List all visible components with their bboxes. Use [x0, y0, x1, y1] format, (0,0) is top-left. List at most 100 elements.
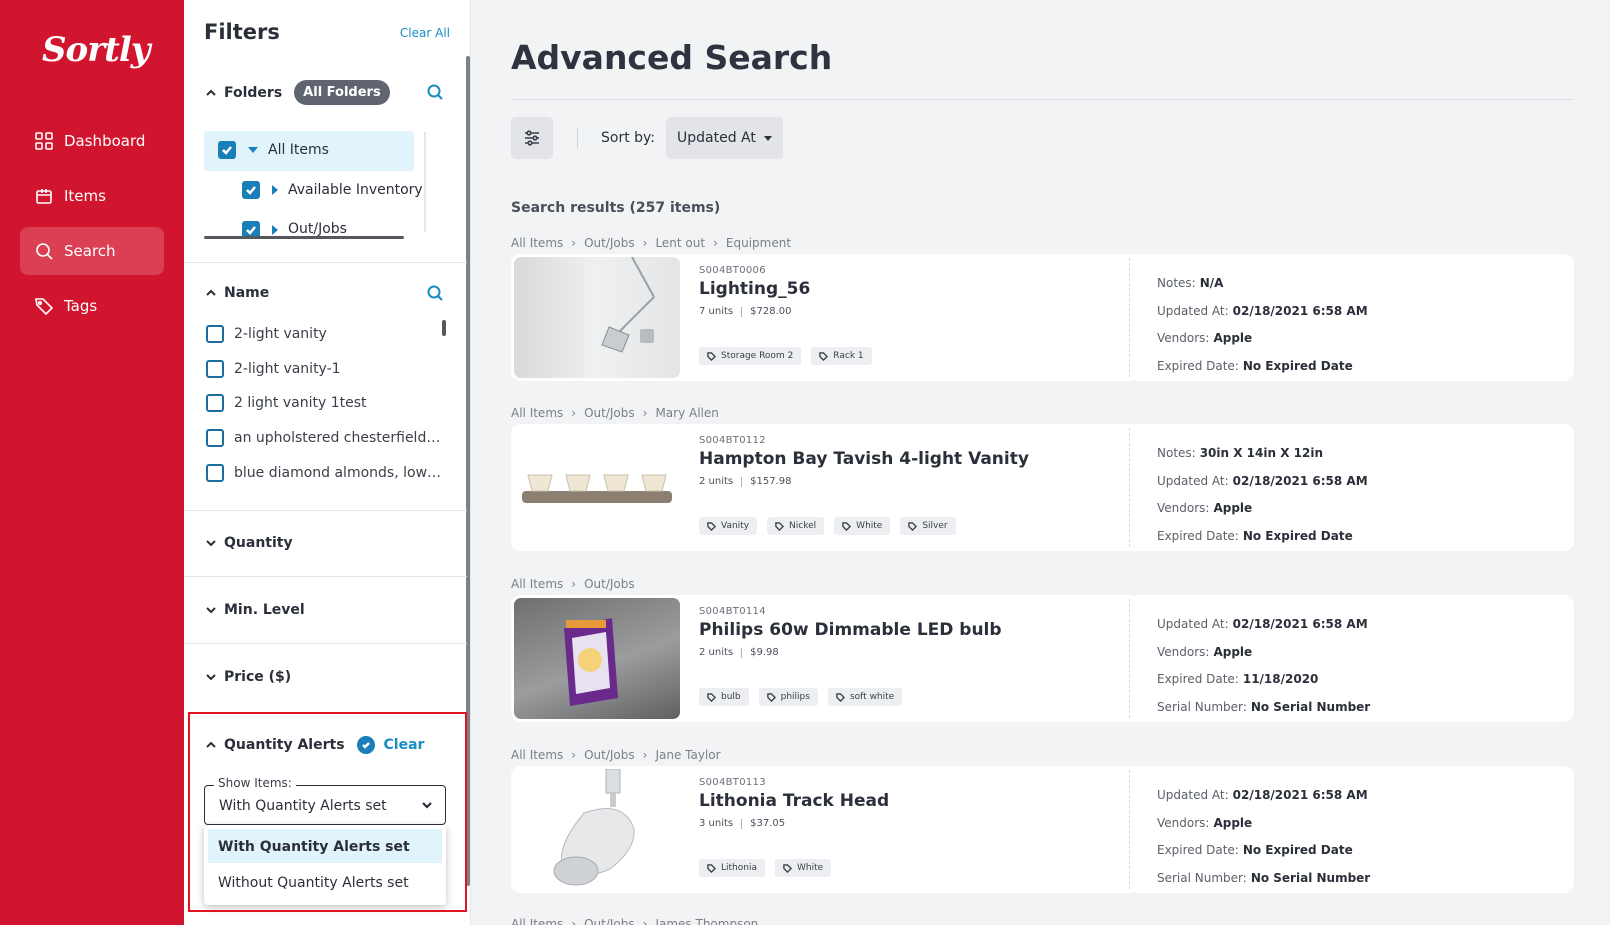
name-option-label: blue diamond almonds, low sodium — [234, 465, 444, 481]
tag-chip[interactable]: bulb — [699, 688, 749, 706]
search-icon — [34, 241, 54, 261]
folders-horizontal-scrollbar[interactable] — [204, 236, 404, 239]
divider — [1129, 258, 1130, 377]
item-name[interactable]: Philips 60w Dimmable LED bulb — [699, 620, 1002, 640]
min-level-label: Min. Level — [224, 602, 305, 618]
name-scrollbar[interactable] — [442, 320, 446, 336]
result-card[interactable]: S004BT0113 Lithonia Track Head 3 units $3… — [511, 766, 1574, 893]
tag-chip[interactable]: White — [834, 517, 891, 535]
tag-chip[interactable]: soft white — [827, 688, 903, 706]
sidebar-item-search[interactable]: Search — [20, 227, 164, 275]
caret-down-icon[interactable] — [248, 147, 258, 153]
name-section-header[interactable]: Name — [204, 285, 269, 301]
breadcrumb-item[interactable]: All Items — [511, 577, 563, 591]
name-option[interactable]: blue diamond almonds, low sodium — [206, 464, 444, 482]
chevron-down-icon — [204, 536, 218, 550]
item-meta: 7 units $728.00 — [699, 306, 792, 317]
tag-chip[interactable]: Rack 1 — [811, 347, 872, 365]
chevron-right-icon: › — [571, 748, 577, 762]
tree-item-available-inventory[interactable]: Available Inventory — [242, 181, 422, 199]
sort-label: Sort by: — [601, 130, 656, 146]
item-thumbnail[interactable] — [514, 427, 680, 548]
detail-row: Notes: N/A — [1157, 269, 1368, 297]
item-sku: S004BT0112 — [699, 435, 766, 446]
item-name[interactable]: Lighting_56 — [699, 279, 810, 299]
toggle-filters-button[interactable] — [511, 117, 553, 159]
name-option[interactable]: 2-light vanity-1 — [206, 360, 444, 378]
tree-item-out-jobs[interactable]: Out/Jobs — [242, 221, 422, 236]
name-option[interactable]: 2-light vanity — [206, 325, 444, 343]
item-thumbnail[interactable] — [514, 769, 680, 890]
breadcrumb-item[interactable]: Jane Taylor — [655, 748, 720, 762]
breadcrumb-item[interactable]: Mary Allen — [655, 406, 718, 420]
breadcrumb-item[interactable]: Equipment — [726, 236, 791, 250]
name-option-label: an upholstered chesterfield sofa — [234, 430, 444, 446]
min-level-section-header[interactable]: Min. Level — [204, 602, 305, 618]
clear-all-link[interactable]: Clear All — [400, 26, 450, 40]
tag-icon — [766, 692, 776, 702]
name-option[interactable]: an upholstered chesterfield sofa — [206, 429, 444, 447]
result-card[interactable]: S004BT0114 Philips 60w Dimmable LED bulb… — [511, 595, 1574, 722]
sliders-icon — [525, 130, 539, 146]
sort-value: Updated At — [677, 130, 756, 146]
tag-chip[interactable]: philips — [758, 688, 818, 706]
tag-chip[interactable]: Lithonia — [699, 859, 765, 877]
checkbox[interactable] — [206, 360, 224, 378]
quantity-section-header[interactable]: Quantity — [204, 535, 293, 551]
detail-label: Updated At: — [1157, 473, 1229, 488]
breadcrumb-item[interactable]: Out/Jobs — [584, 406, 635, 420]
price-section-header[interactable]: Price ($) — [204, 669, 291, 685]
detail-value: Apple — [1213, 815, 1253, 830]
breadcrumb-item[interactable]: Out/Jobs — [584, 236, 635, 250]
chevron-down-icon — [204, 603, 218, 617]
breadcrumb-item[interactable]: All Items — [511, 748, 563, 762]
checkbox[interactable] — [218, 141, 236, 159]
tree-item-all-items[interactable]: All Items — [218, 141, 418, 159]
tag-icon — [819, 351, 829, 361]
sidebar-item-label: Dashboard — [64, 132, 146, 150]
sidebar-item-dashboard[interactable]: Dashboard — [20, 117, 164, 165]
detail-row: Serial Number: No Serial Number — [1157, 693, 1370, 721]
item-name[interactable]: Hampton Bay Tavish 4-light Vanity — [699, 449, 1029, 469]
folders-section-header[interactable]: Folders All Folders — [204, 80, 390, 105]
sidebar-item-items[interactable]: Items — [20, 172, 164, 220]
breadcrumb-item[interactable]: Lent out — [655, 236, 705, 250]
sidebar-item-tags[interactable]: Tags — [20, 282, 164, 330]
all-folders-pill[interactable]: All Folders — [294, 80, 390, 105]
caret-right-icon[interactable] — [272, 225, 278, 235]
tag-chip[interactable]: Vanity — [699, 517, 758, 535]
caret-right-icon[interactable] — [272, 185, 278, 195]
tag-chip[interactable]: White — [774, 859, 832, 877]
checkbox[interactable] — [206, 464, 224, 482]
breadcrumb-item[interactable]: All Items — [511, 917, 563, 925]
breadcrumb-item[interactable]: All Items — [511, 406, 563, 420]
sortly-logo[interactable]: Sortly — [42, 30, 151, 70]
breadcrumb-item[interactable]: Out/Jobs — [584, 917, 635, 925]
name-option[interactable]: 2 light vanity 1test — [206, 394, 444, 412]
sort-dropdown[interactable]: Updated At — [666, 117, 783, 159]
tag-chip[interactable]: Storage Room 2 — [699, 347, 802, 365]
tag-label: philips — [780, 692, 810, 702]
breadcrumb-item[interactable]: All Items — [511, 236, 563, 250]
checkbox[interactable] — [242, 181, 260, 199]
name-search-icon[interactable] — [426, 284, 444, 302]
item-thumbnail[interactable] — [514, 598, 680, 719]
breadcrumb-item[interactable]: Out/Jobs — [584, 748, 635, 762]
dashboard-icon — [34, 131, 54, 151]
breadcrumb-item[interactable]: James Thompson — [655, 917, 758, 925]
tag-chip[interactable]: Silver — [900, 517, 956, 535]
item-thumbnail[interactable] — [514, 257, 680, 378]
checkbox[interactable] — [242, 221, 260, 236]
checkbox[interactable] — [206, 429, 224, 447]
result-card[interactable]: S004BT0112 Hampton Bay Tavish 4-light Va… — [511, 424, 1574, 551]
result-card[interactable]: S004BT0006 Lighting_56 7 units $728.00 St… — [511, 254, 1574, 381]
detail-label: Expired Date: — [1157, 358, 1239, 373]
checkbox[interactable] — [206, 394, 224, 412]
breadcrumb-item[interactable]: Out/Jobs — [584, 577, 635, 591]
detail-row: Vendors: Apple — [1157, 638, 1370, 666]
tag-chip[interactable]: Nickel — [767, 517, 825, 535]
item-name[interactable]: Lithonia Track Head — [699, 791, 889, 811]
item-details: Notes: 30in X 14in X 12in Updated At: 02/1… — [1157, 439, 1368, 550]
checkbox[interactable] — [206, 325, 224, 343]
folders-search-icon[interactable] — [426, 83, 444, 101]
